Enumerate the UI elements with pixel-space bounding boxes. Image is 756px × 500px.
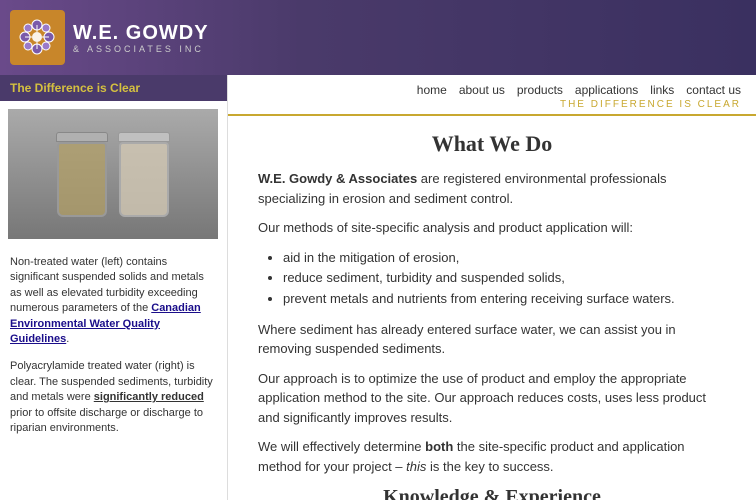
- para3-italic: this: [406, 459, 426, 474]
- main-layout: The Difference is Clear Non-treated wate…: [0, 75, 756, 500]
- nav-contact[interactable]: contact us: [686, 83, 741, 97]
- sidebar: The Difference is Clear Non-treated wate…: [0, 75, 228, 500]
- header: W.E. GOWDY & ASSOCIATES INC: [0, 0, 756, 75]
- sidebar-caption2-bold: significantly reduced: [94, 391, 204, 403]
- list-item: prevent metals and nutrients from enteri…: [283, 289, 726, 310]
- para3: We will effectively determine both the s…: [258, 437, 726, 476]
- methods-intro: Our methods of site-specific analysis an…: [258, 218, 726, 238]
- sidebar-title: The Difference is Clear: [0, 75, 227, 101]
- para1: Where sediment has already entered surfa…: [258, 320, 726, 359]
- nav-links: home about us products applications link…: [417, 83, 741, 97]
- logo-main-text: W.E. GOWDY: [73, 22, 209, 44]
- intro-para: W.E. Gowdy & Associates are registered e…: [258, 169, 726, 208]
- intro-bold: W.E. Gowdy & Associates: [258, 171, 417, 186]
- list-item: reduce sediment, turbidity and suspended…: [283, 268, 726, 289]
- methods-list: aid in the mitigation of erosion, reduce…: [283, 248, 726, 310]
- logo-sub-text: & ASSOCIATES INC: [73, 44, 209, 54]
- para3-bold: both: [425, 439, 453, 454]
- para2: Our approach is to optimize the use of p…: [258, 369, 726, 428]
- section2-title: Knowledge & Experience: [258, 486, 726, 500]
- jar-left: [57, 142, 107, 217]
- logo-area: W.E. GOWDY & ASSOCIATES INC: [10, 10, 209, 65]
- jar-right: [119, 142, 169, 217]
- nav-products[interactable]: products: [517, 83, 563, 97]
- nav-bar: home about us products applications link…: [228, 75, 756, 116]
- article: What We Do W.E. Gowdy & Associates are r…: [228, 116, 756, 500]
- section1-title: What We Do: [258, 131, 726, 157]
- logo-icon: [10, 10, 65, 65]
- sidebar-image-container: [0, 101, 227, 247]
- logo-text-area: W.E. GOWDY & ASSOCIATES INC: [73, 22, 209, 54]
- content: home about us products applications link…: [228, 75, 756, 500]
- list-item: aid in the mitigation of erosion,: [283, 248, 726, 269]
- sidebar-image: [8, 109, 218, 239]
- sidebar-caption1: Non-treated water (left) contains signif…: [0, 247, 227, 355]
- nav-applications[interactable]: applications: [575, 83, 638, 97]
- nav-tagline: THE DIFFERENCE IS CLEAR: [560, 97, 741, 110]
- nav-home[interactable]: home: [417, 83, 447, 97]
- nav-about[interactable]: about us: [459, 83, 505, 97]
- sidebar-caption2: Polyacrylamide treated water (right) is …: [0, 355, 227, 444]
- nav-links[interactable]: links: [650, 83, 674, 97]
- jar-image: [8, 109, 218, 239]
